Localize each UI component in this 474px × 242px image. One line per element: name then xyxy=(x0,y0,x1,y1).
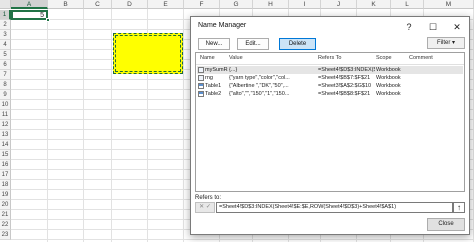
column-header[interactable]: L xyxy=(391,0,424,9)
chevron-down-icon: ▾ xyxy=(452,40,456,46)
name-row-scope: Workbook xyxy=(376,83,401,89)
column-header[interactable]: E xyxy=(148,0,184,9)
column-header[interactable]: I xyxy=(289,0,321,9)
grid-column-line xyxy=(47,9,48,242)
column-header[interactable]: J xyxy=(321,0,357,9)
row-header[interactable]: 12 xyxy=(0,120,11,130)
name-row-value: {"Albertine ","DK","50",... xyxy=(229,83,289,89)
name-manager-dialog: Name Manager ? ☐ ✕ New... Edit... Delete… xyxy=(190,16,470,235)
refers-to-label: Refers to: xyxy=(195,195,222,201)
row-header[interactable]: 2 xyxy=(0,20,11,30)
select-all-corner[interactable] xyxy=(0,0,11,9)
row-header[interactable]: 14 xyxy=(0,140,11,150)
name-row-scope: Workbook xyxy=(376,67,401,73)
row-header[interactable]: 7 xyxy=(0,70,11,80)
name-row-scope: Workbook xyxy=(376,91,401,97)
col-header-name[interactable]: Name xyxy=(200,55,215,61)
name-row-value: {...} xyxy=(229,67,238,73)
header-divider xyxy=(196,64,464,65)
row-header[interactable]: 20 xyxy=(0,200,11,210)
column-header[interactable]: M xyxy=(424,0,474,9)
row-header[interactable]: 18 xyxy=(0,180,11,190)
cancel-enter-icons[interactable]: ✕ ✓ xyxy=(195,202,215,213)
name-row[interactable]: mySumRange{...} =Sheet4!$D$3:INDEX($...Wo… xyxy=(197,66,463,74)
grid-column-line xyxy=(111,9,112,242)
table-icon xyxy=(198,83,204,89)
filter-button[interactable]: Filter ▾ xyxy=(427,37,465,49)
row-header[interactable]: 22 xyxy=(0,220,11,230)
name-icon xyxy=(198,75,204,81)
column-header[interactable]: F xyxy=(184,0,220,9)
new-button[interactable]: New... xyxy=(198,38,230,50)
name-row-value: {"alto","","150","1","150... xyxy=(229,91,290,97)
name-row-name: Table2 xyxy=(205,91,222,97)
name-row-refers-to: =Sheet3!$A$2:$G$10 xyxy=(318,83,372,89)
column-header[interactable]: H xyxy=(253,0,289,9)
names-list[interactable]: Name Value Refers To Scope Comment mySum… xyxy=(195,52,465,192)
dialog-titlebar[interactable]: Name Manager ? ☐ ✕ xyxy=(191,17,469,37)
column-header[interactable]: G xyxy=(220,0,253,9)
row-header[interactable]: 19 xyxy=(0,190,11,200)
name-row[interactable]: Table1 {"Albertine ","DK","50",... =Sheet3… xyxy=(197,82,463,90)
column-header[interactable]: B xyxy=(48,0,84,9)
col-header-refers-to[interactable]: Refers To xyxy=(318,55,341,61)
maximize-icon[interactable]: ☐ xyxy=(421,17,445,37)
name-row-name: mySumRange xyxy=(205,67,228,73)
edit-button[interactable]: Edit... xyxy=(237,38,269,50)
copy-marquee xyxy=(113,33,183,74)
delete-button[interactable]: Delete xyxy=(279,38,316,50)
name-row-name: rng xyxy=(205,75,213,81)
column-header[interactable]: K xyxy=(357,0,391,9)
row-header[interactable]: 11 xyxy=(0,110,11,120)
dialog-title: Name Manager xyxy=(198,22,247,29)
name-row-refers-to: =Sheet4!$D$3:INDEX($... xyxy=(318,67,375,73)
name-row-refers-to: =Sheet4!$B$8:$F$21 xyxy=(318,91,371,97)
name-row-scope: Workbook xyxy=(376,75,401,81)
row-header[interactable]: 16 xyxy=(0,160,11,170)
grid-column-line xyxy=(183,9,184,242)
row-header[interactable]: 6 xyxy=(0,60,11,70)
row-header[interactable]: 9 xyxy=(0,90,11,100)
grid-column-line xyxy=(83,9,84,242)
table-icon xyxy=(198,91,204,97)
column-header[interactable]: D xyxy=(112,0,148,9)
col-header-comment[interactable]: Comment xyxy=(409,55,433,61)
column-header[interactable]: C xyxy=(84,0,112,9)
row-header[interactable]: 17 xyxy=(0,170,11,180)
active-cell-a1[interactable]: 5 xyxy=(11,10,48,20)
close-button[interactable]: Close xyxy=(427,218,465,231)
column-header[interactable]: A xyxy=(11,0,48,9)
col-header-scope[interactable]: Scope xyxy=(376,55,392,61)
row-header[interactable]: 15 xyxy=(0,150,11,160)
filter-label: Filter xyxy=(436,40,451,46)
name-icon xyxy=(198,67,204,73)
name-row[interactable]: rng {"yarn type","color","col... =Sheet4!$… xyxy=(197,74,463,82)
collapse-dialog-icon[interactable]: ↑ xyxy=(453,202,465,213)
row-header[interactable]: 23 xyxy=(0,230,11,240)
row-header[interactable]: 1 xyxy=(0,10,11,20)
row-header[interactable]: 10 xyxy=(0,100,11,110)
col-header-value[interactable]: Value xyxy=(229,55,243,61)
row-header[interactable]: 5 xyxy=(0,50,11,60)
name-row[interactable]: Table2 {"alto","","150","1","150... =Sheet… xyxy=(197,90,463,98)
row-header[interactable]: 3 xyxy=(0,30,11,40)
refers-to-input[interactable]: =Sheet4!$D$3:INDEX(Sheet4!$E:$E,ROW(Shee… xyxy=(216,202,453,213)
name-row-value: {"yarn type","color","col... xyxy=(229,75,290,81)
row-header[interactable]: 8 xyxy=(0,80,11,90)
row-header[interactable]: 4 xyxy=(0,40,11,50)
help-icon[interactable]: ? xyxy=(397,17,421,37)
fill-handle[interactable] xyxy=(46,18,50,22)
row-header[interactable]: 21 xyxy=(0,210,11,220)
grid-row-line xyxy=(11,239,474,240)
name-row-refers-to: =Sheet4!$B$7:$F$21 xyxy=(318,75,371,81)
close-icon[interactable]: ✕ xyxy=(445,17,469,37)
row-header[interactable]: 13 xyxy=(0,130,11,140)
name-row-name: Table1 xyxy=(205,83,222,89)
